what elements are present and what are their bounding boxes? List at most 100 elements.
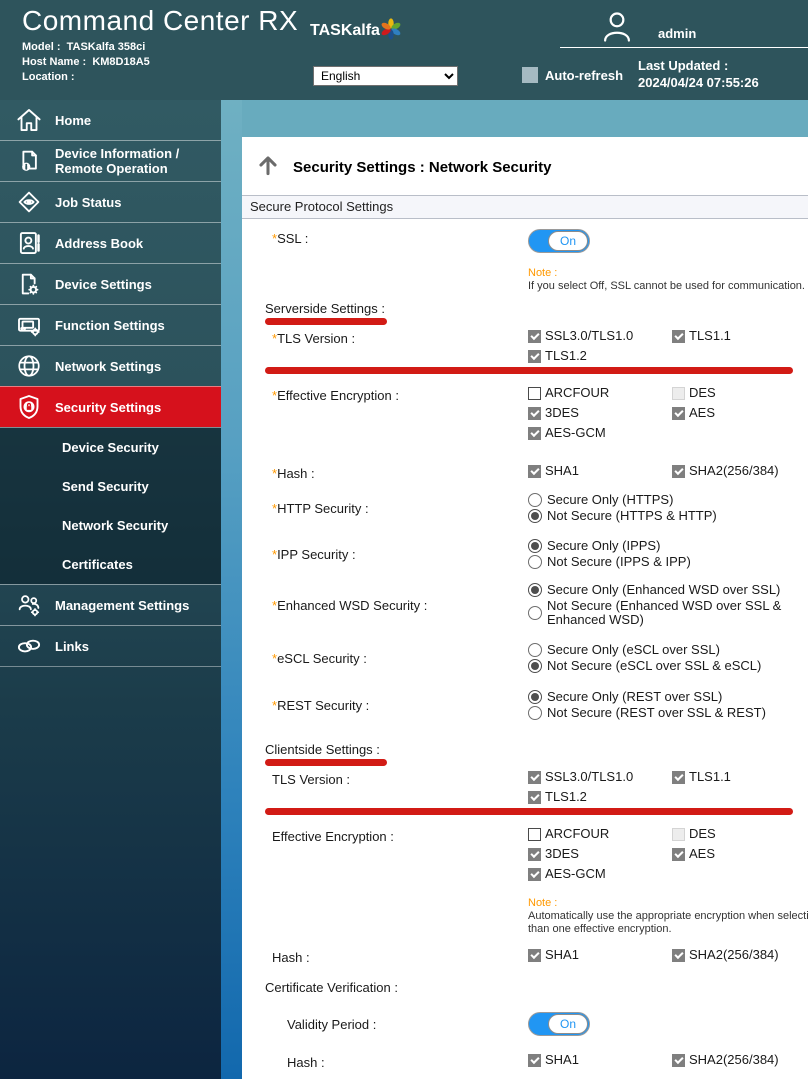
- checkbox-option: ARCFOUR: [528, 827, 672, 841]
- checkbox-option: DES: [672, 386, 716, 400]
- submenu-item-device-security[interactable]: Device Security: [0, 428, 221, 467]
- radio-selected[interactable]: [528, 659, 542, 673]
- radio-selected[interactable]: [528, 509, 542, 523]
- checkbox-checked[interactable]: [528, 791, 541, 804]
- checkbox-checked[interactable]: [528, 465, 541, 478]
- certificate-hash-row: Hash : SHA1 SHA2(256/384): [242, 1053, 808, 1070]
- checkbox-checked[interactable]: [528, 771, 541, 784]
- radio-option: Secure Only (IPPS): [528, 539, 691, 553]
- checkbox-checked[interactable]: [672, 465, 685, 478]
- clientside-heading: Clientside Settings :: [242, 742, 808, 757]
- checkbox-option: SHA1: [528, 464, 672, 478]
- checkbox-option: SSL3.0/TLS1.0: [528, 770, 672, 784]
- sidebar-item-management-settings[interactable]: Management Settings: [0, 584, 221, 625]
- http-security-label: *HTTP Security :: [242, 493, 528, 516]
- checkbox-option: SHA1: [528, 948, 672, 962]
- checkbox-option: AES: [672, 406, 716, 420]
- clientside-hash-label: Hash :: [242, 948, 528, 965]
- sidebar-item-links[interactable]: Links: [0, 625, 221, 666]
- clientside-encryption-label: Effective Encryption :: [242, 827, 528, 844]
- checkbox-unchecked[interactable]: [528, 387, 541, 400]
- ssl-row: *SSL : On: [242, 229, 808, 253]
- checkbox-checked[interactable]: [528, 427, 541, 440]
- radio-option: Not Secure (HTTPS & HTTP): [528, 509, 717, 523]
- checkbox-checked[interactable]: [528, 868, 541, 881]
- checkbox-disabled: [672, 828, 685, 841]
- checkbox-option: AES-GCM: [528, 867, 672, 881]
- sidebar-item-function-settings[interactable]: Function Settings: [0, 304, 221, 345]
- serverside-heading: Serverside Settings :: [242, 301, 808, 316]
- checkbox-checked[interactable]: [672, 407, 685, 420]
- auto-refresh-checkbox[interactable]: [522, 67, 538, 83]
- checkbox-option: TLS1.2: [528, 349, 672, 363]
- submenu-item-send-security[interactable]: Send Security: [0, 467, 221, 506]
- sidebar-item-job-status[interactable]: Job Status: [0, 181, 221, 222]
- escl-security-row: *eSCL Security : Secure Only (eSCL over …: [242, 643, 808, 673]
- annotation-underline: [265, 367, 793, 374]
- user-icon: [598, 8, 636, 51]
- annotation-underline: [265, 808, 793, 815]
- links-icon: [14, 631, 44, 661]
- radio-selected[interactable]: [528, 583, 542, 597]
- page-title: Security Settings : Network Security: [293, 159, 551, 176]
- security-submenu: Device Security Send Security Network Se…: [0, 427, 221, 584]
- checkbox-option: SHA2(256/384): [672, 464, 779, 478]
- checkbox-checked[interactable]: [672, 949, 685, 962]
- rest-security-label: *REST Security :: [242, 690, 528, 713]
- home-icon: [14, 105, 44, 135]
- checkbox-checked[interactable]: [672, 330, 685, 343]
- ssl-note: Note :If you select Off, SSL cannot be u…: [528, 267, 808, 293]
- clientside-tls-row: TLS Version : SSL3.0/TLS1.0 TLS1.1 TLS1.…: [242, 770, 808, 804]
- ssl-toggle[interactable]: On: [528, 229, 590, 253]
- checkbox-unchecked[interactable]: [528, 828, 541, 841]
- ssl-label: *SSL :: [242, 229, 528, 246]
- radio-unselected[interactable]: [528, 493, 542, 507]
- ipp-security-label: *IPP Security :: [242, 539, 528, 562]
- submenu-item-certificates[interactable]: Certificates: [0, 545, 221, 584]
- checkbox-option: SSL3.0/TLS1.0: [528, 329, 672, 343]
- certificate-hash-label: Hash :: [242, 1053, 528, 1070]
- checkbox-checked[interactable]: [672, 1054, 685, 1067]
- checkbox-checked[interactable]: [528, 407, 541, 420]
- sidebar-item-security-settings[interactable]: Security Settings: [0, 386, 221, 427]
- checkbox-checked[interactable]: [528, 350, 541, 363]
- user-box: admin: [598, 8, 696, 51]
- radio-unselected[interactable]: [528, 606, 542, 620]
- radio-selected[interactable]: [528, 539, 542, 553]
- sidebar-item-address-book[interactable]: Address Book: [0, 222, 221, 263]
- validity-period-toggle[interactable]: On: [528, 1012, 590, 1036]
- radio-option: Not Secure (eSCL over SSL & eSCL): [528, 659, 761, 673]
- sidebar-item-home[interactable]: Home: [0, 100, 221, 140]
- sidebar-item-network-settings[interactable]: Network Settings: [0, 345, 221, 386]
- checkbox-checked[interactable]: [528, 848, 541, 861]
- checkbox-checked[interactable]: [528, 949, 541, 962]
- clientside-tls-label: TLS Version :: [242, 770, 528, 787]
- checkbox-checked[interactable]: [672, 848, 685, 861]
- certificate-verification-heading: Certificate Verification :: [242, 980, 808, 995]
- radio-option: Secure Only (REST over SSL): [528, 690, 766, 704]
- sidebar-item-device-information[interactable]: Device Information / Remote Operation: [0, 140, 221, 181]
- device-information-icon: [14, 146, 44, 176]
- radio-unselected[interactable]: [528, 643, 542, 657]
- clientside-hash-row: Hash : SHA1 SHA2(256/384): [242, 948, 808, 965]
- auto-refresh-control: Auto-refresh: [522, 67, 623, 83]
- main-content: Security Settings : Network Security Sec…: [242, 100, 808, 1079]
- checkbox-checked[interactable]: [528, 1054, 541, 1067]
- validity-period-toggle-knob: On: [548, 1014, 588, 1034]
- radio-option: Not Secure (IPPS & IPP): [528, 555, 691, 569]
- checkbox-checked[interactable]: [528, 330, 541, 343]
- address-book-icon: [14, 228, 44, 258]
- radio-unselected[interactable]: [528, 706, 542, 720]
- submenu-item-network-security[interactable]: Network Security: [0, 506, 221, 545]
- app-header: Command Center RX Model : TASKalfa 358ci…: [0, 0, 808, 100]
- language-select[interactable]: English: [313, 66, 458, 86]
- radio-unselected[interactable]: [528, 555, 542, 569]
- rest-security-row: *REST Security : Secure Only (REST over …: [242, 690, 808, 720]
- sidebar-item-device-settings[interactable]: Device Settings: [0, 263, 221, 304]
- back-up-arrow-icon[interactable]: [255, 152, 281, 183]
- radio-selected[interactable]: [528, 690, 542, 704]
- checkbox-option: DES: [672, 827, 716, 841]
- checkbox-checked[interactable]: [672, 771, 685, 784]
- serverside-hash-row: *Hash : SHA1 SHA2(256/384): [242, 464, 808, 481]
- security-settings-shield-icon: [14, 392, 44, 422]
